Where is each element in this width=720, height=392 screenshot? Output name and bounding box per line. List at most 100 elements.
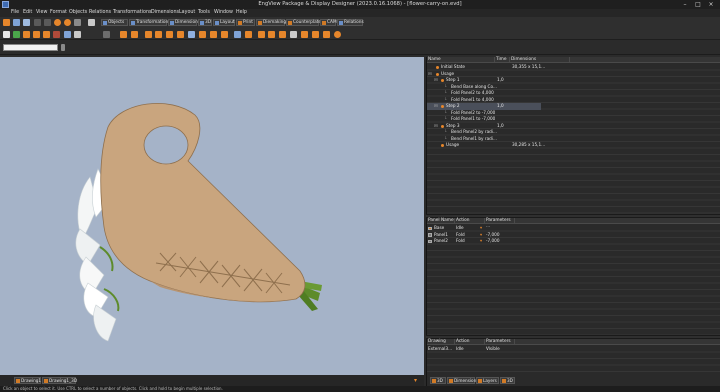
right-tab-layers[interactable]: Layers xyxy=(476,377,499,384)
bend-icon[interactable] xyxy=(155,31,162,38)
undo-icon[interactable] xyxy=(88,19,95,26)
material-icon[interactable] xyxy=(221,31,228,38)
menu-layout[interactable]: Layout xyxy=(179,10,195,15)
drawing-col-action[interactable]: Action xyxy=(455,339,485,345)
last-frame-icon[interactable] xyxy=(279,31,286,38)
export-icon[interactable] xyxy=(131,31,138,38)
drawing-3d-icon xyxy=(44,379,48,383)
menu-file[interactable]: File xyxy=(11,10,19,15)
steps-col-name[interactable]: Name xyxy=(427,57,495,63)
dimensions-icon xyxy=(170,21,174,25)
toolbar-tab-dimensions[interactable]: Dimensions xyxy=(168,19,200,26)
right-tab-3d[interactable]: 3D xyxy=(430,377,446,384)
right-tab-dimensions[interactable]: Dimensions xyxy=(447,377,478,384)
steps-col-dimensions[interactable]: Dimensions xyxy=(510,57,570,63)
toolbar-tab-layout[interactable]: Layout xyxy=(213,19,235,26)
cut-icon[interactable] xyxy=(44,19,51,26)
save-3d-icon[interactable] xyxy=(120,31,127,38)
dropdown-icon[interactable]: ▾ xyxy=(480,238,482,245)
menu-objects[interactable]: Objects xyxy=(69,10,87,15)
measure-icon[interactable] xyxy=(43,31,50,38)
toolbar-tab-relations[interactable]: Relations xyxy=(337,19,364,26)
save-icon[interactable] xyxy=(23,19,30,26)
first-frame-icon[interactable] xyxy=(312,31,319,38)
tab-scroll-icon[interactable]: ▾ xyxy=(414,377,420,384)
step-icon xyxy=(441,105,444,108)
move-icon[interactable] xyxy=(177,31,184,38)
grid-icon[interactable] xyxy=(34,19,41,26)
toolbar-tab-diemaking[interactable]: Diemaking xyxy=(256,19,286,26)
toolbar-tab-print[interactable]: Print xyxy=(236,19,255,26)
texture-icon[interactable] xyxy=(245,31,252,38)
menu-relations[interactable]: Relations xyxy=(89,10,111,15)
target-icon[interactable] xyxy=(199,31,206,38)
toolbar-tab-counterplate[interactable]: Counterplate xyxy=(286,19,321,26)
step-row[interactable]: Usage 30,285 x 15,1... xyxy=(427,142,570,149)
flower-carrier-model xyxy=(75,103,322,342)
menu-view[interactable]: View xyxy=(36,10,47,15)
image-icon[interactable] xyxy=(234,31,241,38)
redo-icon[interactable] xyxy=(74,31,81,38)
open-icon[interactable] xyxy=(13,19,20,26)
new-icon[interactable] xyxy=(3,19,10,26)
maximize-button[interactable]: □ xyxy=(693,1,703,8)
step-icon xyxy=(441,79,444,82)
panels-col-action[interactable]: Action xyxy=(455,218,485,224)
snap-icon[interactable] xyxy=(188,31,195,38)
toolbar-tab-3d[interactable]: 3D xyxy=(198,19,212,26)
toolbar-tab-cam[interactable]: CAM xyxy=(320,19,337,26)
zoom-window-icon[interactable] xyxy=(64,19,71,26)
drawing-col-params[interactable]: Parameters ... xyxy=(485,339,515,350)
menu-window[interactable]: Window xyxy=(214,10,233,15)
3d-viewport[interactable] xyxy=(0,57,424,375)
drawing-col-name[interactable]: Drawing xyxy=(427,339,455,345)
rotate-icon[interactable] xyxy=(166,31,173,38)
shape-icon[interactable] xyxy=(33,31,40,38)
panels-col-name[interactable]: Panel Name xyxy=(427,218,455,224)
menu-format[interactable]: Format xyxy=(50,10,67,15)
lock-icon[interactable] xyxy=(61,44,65,51)
cam-icon xyxy=(322,21,326,25)
step-back-icon[interactable] xyxy=(323,31,330,38)
play-icon[interactable] xyxy=(258,31,265,38)
menu-edit[interactable]: Edit xyxy=(23,10,32,15)
panel-row[interactable]: Panel2 Fold ▾ -7,000 xyxy=(427,238,515,245)
cardboard-cone xyxy=(100,103,306,303)
check-icon[interactable] xyxy=(13,31,20,38)
layer-select[interactable] xyxy=(3,44,58,51)
frame-icon[interactable] xyxy=(64,31,71,38)
menu-dimensions[interactable]: Dimensions xyxy=(151,10,179,15)
pause-icon[interactable] xyxy=(290,31,297,38)
menu-help[interactable]: Help xyxy=(236,10,247,15)
panel-icon xyxy=(428,226,432,230)
toolbar-tab-objects[interactable]: Objects xyxy=(101,19,128,26)
back-icon[interactable] xyxy=(301,31,308,38)
toolbar-tab-transformations[interactable]: Transformations xyxy=(129,19,170,26)
color-icon[interactable] xyxy=(53,31,60,38)
step-icon xyxy=(441,124,444,128)
minimize-button[interactable]: – xyxy=(680,1,690,8)
panels-col-params[interactable]: Parameters ... xyxy=(485,218,515,229)
fold-icon[interactable] xyxy=(145,31,152,38)
layout-icon xyxy=(215,21,219,25)
drawing-row[interactable]: External3... Idle Visible xyxy=(427,346,515,353)
pan-icon[interactable] xyxy=(74,19,81,26)
drawing-icon xyxy=(16,379,20,383)
steps-col-time[interactable]: Time xyxy=(495,57,510,63)
right-tab-3d-second[interactable]: 3D xyxy=(500,377,515,384)
light-icon[interactable] xyxy=(210,31,217,38)
select-icon[interactable] xyxy=(3,31,10,38)
menu-transformations[interactable]: Transformations xyxy=(113,10,152,15)
layer-icon[interactable] xyxy=(23,31,30,38)
print-icon xyxy=(238,21,242,25)
menu-bar: File Edit View Format Objects Relations … xyxy=(0,9,720,17)
menu-tools[interactable]: Tools xyxy=(198,10,210,15)
record-icon[interactable] xyxy=(334,31,341,38)
zoom-icon[interactable] xyxy=(54,19,61,26)
doc-icon[interactable] xyxy=(103,31,110,38)
tab-drawing1-3d[interactable]: Drawing1_3D xyxy=(42,377,77,384)
step-forward-icon[interactable] xyxy=(268,31,275,38)
close-button[interactable]: × xyxy=(706,1,716,8)
dimensions-tab-icon xyxy=(449,379,453,383)
tab-drawing1[interactable]: Drawing1 xyxy=(14,377,41,384)
